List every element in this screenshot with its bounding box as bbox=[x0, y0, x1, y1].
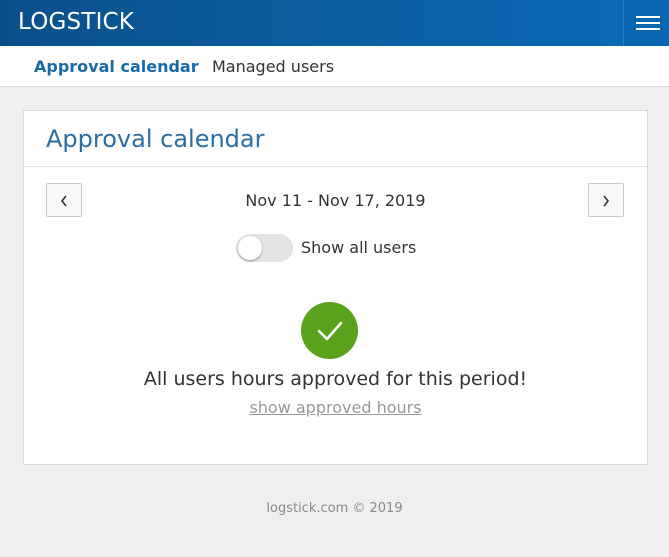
next-period-button[interactable] bbox=[588, 183, 624, 217]
show-approved-hours-link[interactable]: show approved hours bbox=[24, 398, 647, 417]
approved-status-circle bbox=[301, 302, 358, 359]
footer-copyright: logstick.com © 2019 bbox=[266, 501, 403, 516]
show-all-users-toggle[interactable] bbox=[236, 234, 293, 262]
nav-approval-calendar[interactable]: Approval calendar bbox=[34, 57, 199, 76]
card-header: Approval calendar bbox=[24, 111, 647, 167]
chevron-right-icon bbox=[603, 195, 610, 207]
sub-navigation: Approval calendar Managed users bbox=[0, 46, 669, 87]
hamburger-line bbox=[636, 28, 660, 30]
approval-calendar-card: Approval calendar Nov 11 - Nov 17, 2019 … bbox=[23, 110, 648, 465]
check-icon bbox=[317, 321, 343, 341]
period-range: Nov 11 - Nov 17, 2019 bbox=[245, 191, 426, 210]
top-bar: LOGSTICK bbox=[0, 0, 669, 46]
hamburger-menu-icon bbox=[636, 16, 660, 18]
approved-message: All users hours approved for this period… bbox=[143, 368, 528, 390]
nav-managed-users[interactable]: Managed users bbox=[212, 57, 334, 76]
card-title: Approval calendar bbox=[46, 125, 265, 153]
toggle-knob bbox=[238, 236, 262, 260]
hamburger-line bbox=[636, 22, 660, 24]
show-all-users-label: Show all users bbox=[301, 238, 417, 257]
app-logo[interactable]: LOGSTICK bbox=[18, 9, 134, 35]
menu-button[interactable] bbox=[623, 0, 669, 46]
